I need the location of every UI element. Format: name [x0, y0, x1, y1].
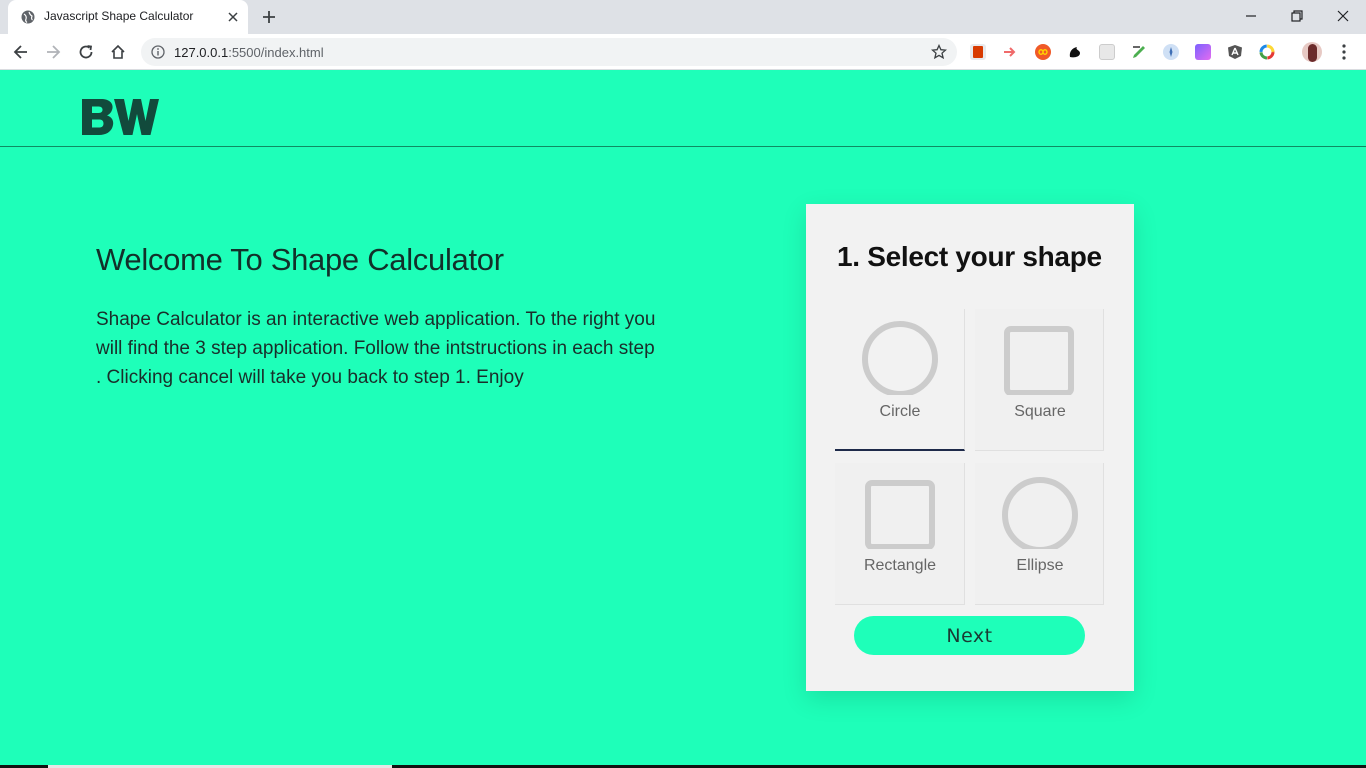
info-icon[interactable]: [151, 45, 165, 59]
close-window-icon[interactable]: [1335, 8, 1351, 24]
url-text: 127.0.0.1:5500/index.html: [174, 45, 324, 60]
close-tab-icon[interactable]: [226, 10, 240, 24]
shape-option-circle[interactable]: Circle: [835, 309, 965, 451]
site-header: BW: [0, 70, 1366, 147]
more-menu-icon[interactable]: [1338, 43, 1350, 61]
extension-arrow-icon[interactable]: [1002, 44, 1018, 60]
circle-shape-icon: [862, 321, 938, 395]
bw-logo[interactable]: BW: [81, 97, 159, 137]
ellipse-shape-icon: [1002, 477, 1078, 549]
tab-title: Javascript Shape Calculator: [44, 9, 194, 23]
shape-option-square[interactable]: Square: [975, 309, 1104, 451]
next-button[interactable]: Next: [854, 616, 1085, 655]
shape-label-rectangle: Rectangle: [863, 557, 937, 574]
minimize-icon[interactable]: [1243, 8, 1259, 24]
shape-option-rectangle[interactable]: Rectangle: [835, 463, 965, 605]
welcome-description: Shape Calculator is an interactive web a…: [96, 309, 656, 388]
profile-avatar[interactable]: [1302, 42, 1322, 62]
back-icon[interactable]: [12, 43, 30, 61]
forward-icon[interactable]: [44, 43, 62, 61]
extension-gnome-icon[interactable]: [1067, 44, 1083, 60]
extension-angular-icon[interactable]: [1227, 44, 1243, 60]
extension-infinity-icon[interactable]: [1035, 44, 1051, 60]
browser-toolbar: 127.0.0.1:5500/index.html: [0, 34, 1366, 70]
extension-pen-icon[interactable]: [1131, 44, 1147, 60]
browser-tabstrip: Javascript Shape Calculator: [0, 0, 1366, 34]
address-bar[interactable]: 127.0.0.1:5500/index.html: [141, 38, 957, 66]
shape-option-ellipse[interactable]: Ellipse: [975, 463, 1104, 605]
shape-label-ellipse: Ellipse: [1016, 557, 1064, 574]
restore-icon[interactable]: [1289, 8, 1305, 24]
extension-compass-icon[interactable]: [1163, 44, 1179, 60]
welcome-title: Welcome To Shape Calculator: [96, 242, 504, 277]
extension-grid-icon[interactable]: [1099, 44, 1115, 60]
step-title: 1. Select your shape: [837, 241, 1102, 272]
globe-icon: [21, 10, 35, 24]
home-icon[interactable]: [109, 43, 127, 61]
extension-office-icon[interactable]: [970, 44, 986, 60]
shape-calculator-card: 1. Select your shape Circle Square Recta…: [806, 204, 1134, 691]
reload-icon[interactable]: [77, 43, 95, 61]
shape-label-square: Square: [1014, 403, 1066, 420]
new-tab-icon[interactable]: [261, 9, 277, 25]
shape-label-circle: Circle: [879, 403, 921, 420]
browser-tab[interactable]: Javascript Shape Calculator: [8, 0, 248, 34]
extension-gradient-icon[interactable]: [1195, 44, 1211, 60]
square-shape-icon: [1004, 326, 1074, 395]
bookmark-star-icon[interactable]: [931, 44, 947, 60]
rectangle-shape-icon: [865, 480, 935, 549]
extension-color-wheel-icon[interactable]: [1259, 44, 1275, 60]
